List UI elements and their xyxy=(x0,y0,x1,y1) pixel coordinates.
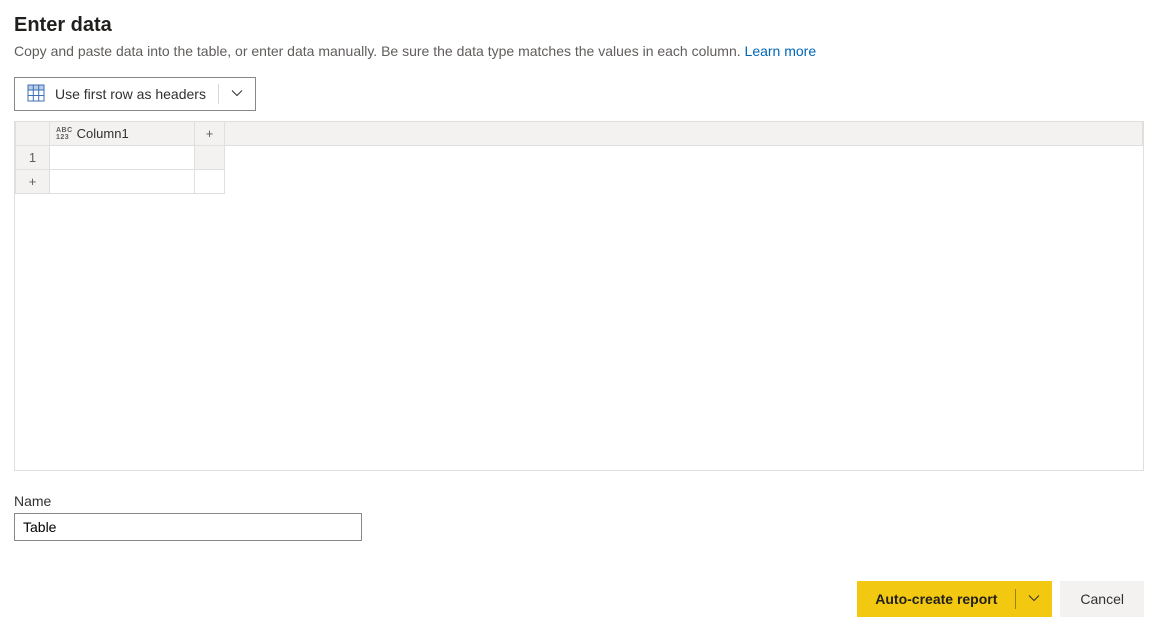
data-grid[interactable]: ABC 123 Column1 + 1 + xyxy=(14,121,1144,471)
auto-create-report-group: Auto-create report xyxy=(857,581,1052,617)
cell-filler xyxy=(225,146,1143,170)
add-row-button[interactable]: + xyxy=(16,170,50,194)
cancel-button[interactable]: Cancel xyxy=(1060,581,1144,617)
cell-gutter xyxy=(195,146,225,170)
add-row-cell xyxy=(50,170,195,194)
footer-buttons: Auto-create report Cancel xyxy=(857,581,1144,617)
use-first-row-label: Use first row as headers xyxy=(55,86,206,102)
name-section: Name xyxy=(14,493,1144,541)
table-icon xyxy=(27,84,45,105)
column-header[interactable]: ABC 123 Column1 xyxy=(50,122,195,146)
auto-create-report-button[interactable]: Auto-create report xyxy=(857,581,1015,617)
column-name: Column1 xyxy=(77,126,129,141)
description-text: Copy and paste data into the table, or e… xyxy=(14,43,745,59)
row-number: 1 xyxy=(16,146,50,170)
use-first-row-dropdown[interactable] xyxy=(219,78,255,110)
add-row: + xyxy=(16,170,1143,194)
header-filler xyxy=(225,122,1143,146)
chevron-down-icon xyxy=(1028,591,1040,607)
page-title: Enter data xyxy=(14,14,1144,37)
cell-filler xyxy=(225,170,1143,194)
learn-more-link[interactable]: Learn more xyxy=(745,43,817,59)
name-label: Name xyxy=(14,493,1144,509)
table-row[interactable]: 1 xyxy=(16,146,1143,170)
use-first-row-button[interactable]: Use first row as headers xyxy=(15,78,218,110)
add-column-button[interactable]: + xyxy=(195,122,225,146)
datatype-icon: ABC 123 xyxy=(56,127,73,141)
page-description: Copy and paste data into the table, or e… xyxy=(14,43,1144,59)
chevron-down-icon xyxy=(231,86,243,102)
auto-create-report-dropdown[interactable] xyxy=(1016,581,1052,617)
cell[interactable] xyxy=(50,146,195,170)
add-row-cell xyxy=(195,170,225,194)
table-name-input[interactable] xyxy=(14,513,362,541)
grid-corner xyxy=(16,122,50,146)
headers-toolbar: Use first row as headers xyxy=(14,77,256,111)
